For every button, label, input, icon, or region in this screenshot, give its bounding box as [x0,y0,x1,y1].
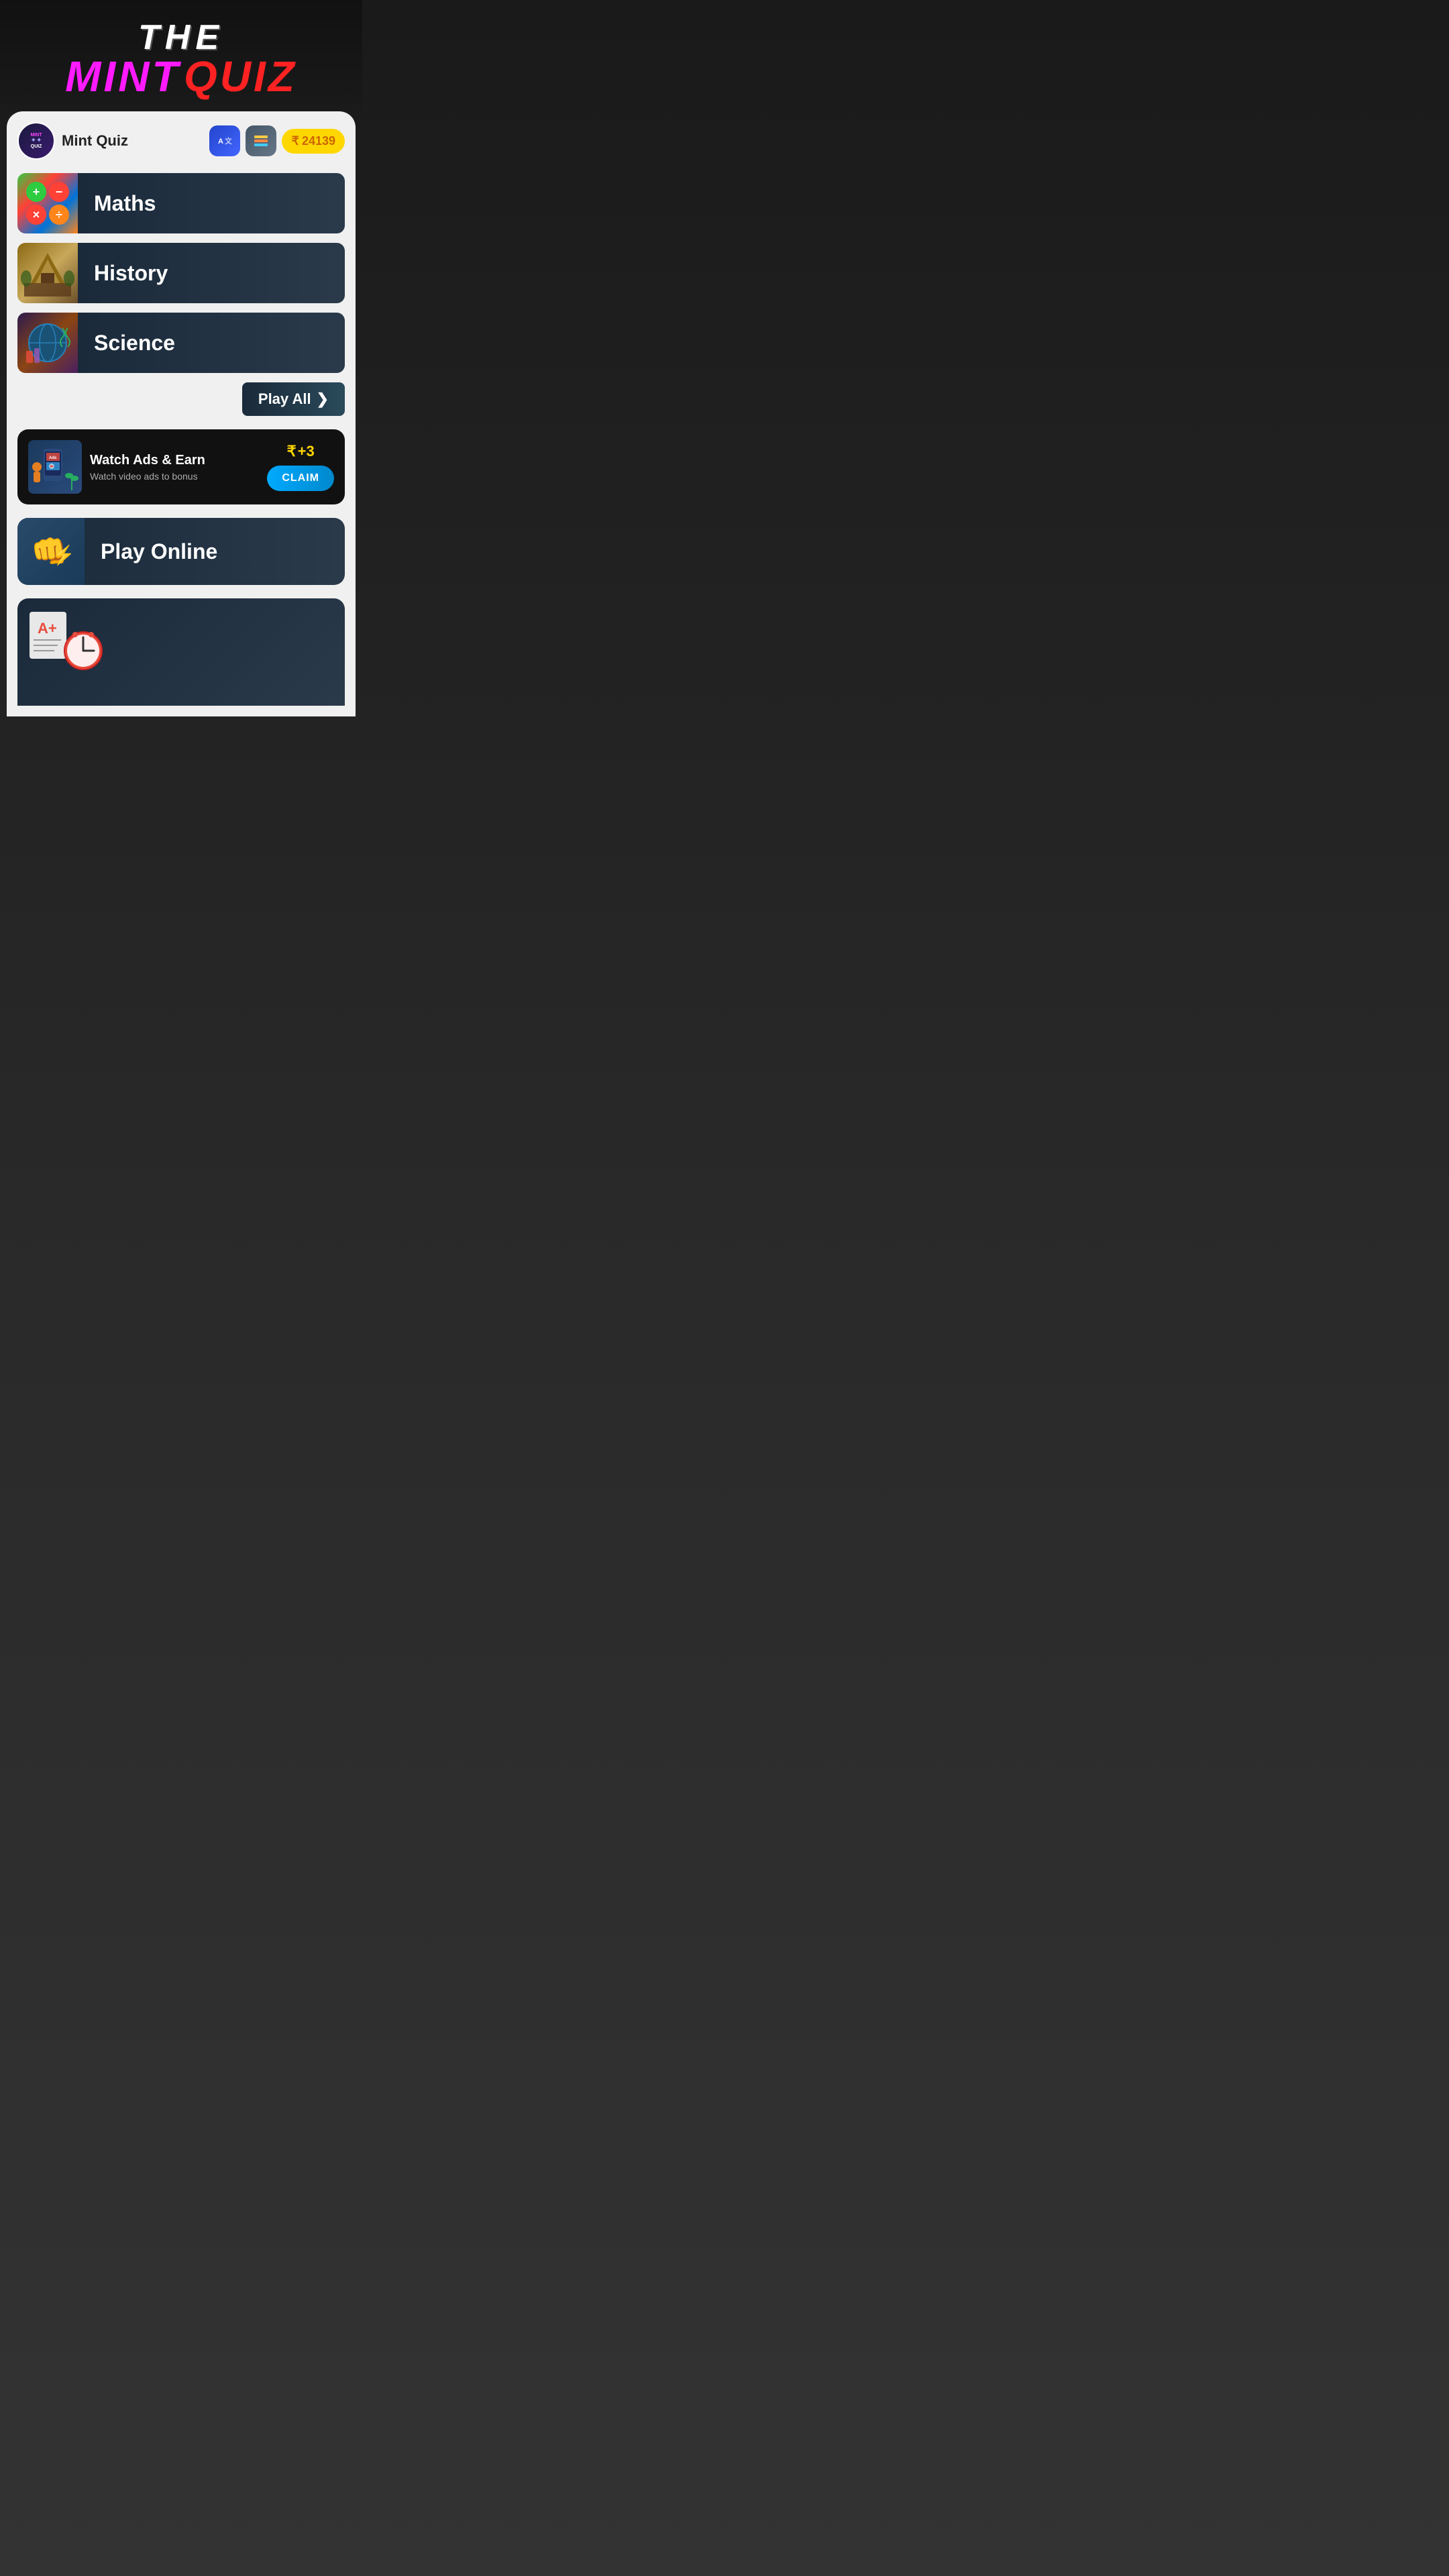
ads-subtitle: Watch video ads to bonus [90,471,259,482]
logo-quiz: QUIZ [184,52,297,101]
rupee-symbol: ₹ [291,134,299,148]
logo-section: THE MINT QUIZ [0,0,362,111]
coin-amount: 24139 [302,134,335,148]
ads-bonus: ₹ +3 [287,443,315,460]
ads-content: Watch Ads & Earn Watch video ads to bonu… [90,453,259,482]
category-science[interactable]: Science [17,313,345,373]
logo-mint: MINT [65,52,180,101]
play-all-button[interactable]: Play All ❯ [242,382,345,416]
top-bar-icons: A 文 ₹ 24139 [209,125,345,156]
translate-button[interactable]: A 文 [209,125,240,156]
history-image [17,243,78,303]
svg-text:A+: A+ [38,620,57,637]
history-label-bg: History [78,243,345,303]
main-card: 🏛️ 📚 📐 ⌛ 🎓 🔬 💡 📊 🎯 ⚗️ 📜 🌍 🎲 [7,111,356,716]
bonus-rupee: ₹ [287,443,297,460]
ads-illustration: Ads [28,440,82,494]
main-card-content: MINT ✦✦ QUIZ Mint Quiz A 文 [17,122,345,706]
bonus-amount: +3 [298,443,315,460]
svg-text:Ads: Ads [49,456,57,460]
coin-badge: ₹ 24139 [282,129,345,154]
bottom-card-partial: A+ [17,598,345,706]
history-label-text: History [94,261,168,286]
category-history[interactable]: History [17,243,345,303]
history-icon [17,243,78,303]
maths-icon: + − × ÷ [17,173,78,233]
play-all-label: Play All [258,390,311,408]
play-online-label: Play Online [85,539,217,564]
minus-symbol: − [49,182,69,202]
ads-card: Ads Watch Ads & Ea [17,429,345,504]
bottom-card-icon: A+ [24,605,105,686]
app-logo: MINT ✦✦ QUIZ [17,122,55,160]
svg-text:文: 文 [225,136,232,146]
science-image [17,313,78,373]
ads-title: Watch Ads & Earn [90,453,259,468]
logo-the: THE [13,20,349,55]
svg-text:⚡: ⚡ [52,544,74,566]
ads-right: ₹ +3 CLAIM [267,443,334,491]
top-bar: MINT ✦✦ QUIZ Mint Quiz A 文 [17,122,345,160]
store-button[interactable] [246,125,276,156]
play-online-icon: 👊 ⚡ [17,518,85,585]
maths-symbols-grid: + − × ÷ [22,178,73,229]
claim-button[interactable]: CLAIM [267,466,334,491]
category-maths[interactable]: + − × ÷ Maths [17,173,345,233]
play-online-card[interactable]: 👊 ⚡ Play Online [17,518,345,585]
svg-text:A: A [218,138,223,146]
app-logo-quiz-text: QUIZ [30,144,42,149]
app-title: Mint Quiz [62,132,203,150]
maths-label-bg: Maths [78,173,345,233]
science-label-text: Science [94,331,175,356]
logo-line2: MINT QUIZ [13,55,349,98]
play-all-row: Play All ❯ [17,382,345,416]
divide-symbol: ÷ [49,205,69,225]
times-symbol: × [26,205,46,225]
science-icon [17,313,78,373]
maths-label-text: Maths [94,191,156,216]
plus-symbol: + [26,182,46,202]
science-label-bg: Science [78,313,345,373]
play-all-arrow: ❯ [317,390,329,408]
